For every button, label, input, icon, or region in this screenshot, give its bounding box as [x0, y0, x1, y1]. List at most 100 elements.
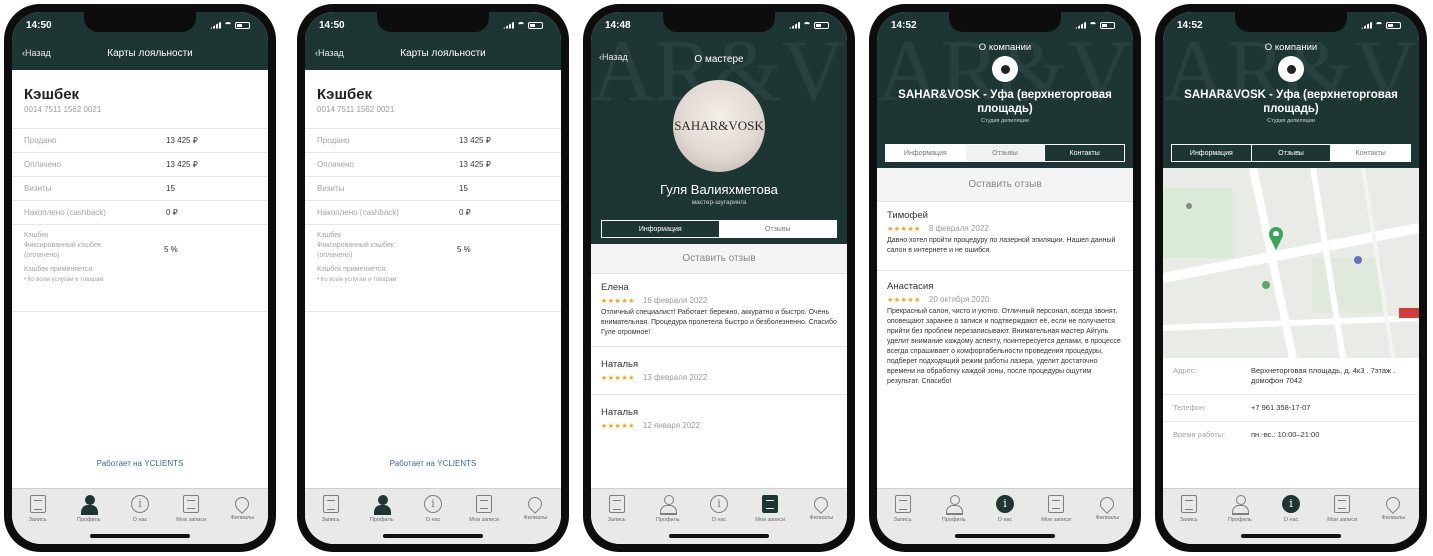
- tab-branches[interactable]: Филиалы: [1369, 494, 1417, 544]
- review-item: Анастасия ★★★★★ 20 октября 2020 Прекрасны…: [877, 271, 1133, 395]
- review-date: 13 февраля 2022: [642, 373, 708, 382]
- review-text: Прекрасный салон, чисто и уютно. Отличны…: [887, 308, 1121, 385]
- tab-reviews[interactable]: Отзывы: [1250, 145, 1331, 161]
- company-name: SAHAR&VOSK - Уфа (верхнеторговая площадь…: [1184, 89, 1398, 115]
- signal-icon: [789, 21, 800, 29]
- write-review-button[interactable]: Оставить отзыв: [877, 168, 1133, 202]
- reviews-list: Оставить отзыв Тимофей ★★★★★ 8 февраля 20…: [877, 168, 1133, 488]
- tab-info[interactable]: Информация: [886, 145, 965, 161]
- row-key: Визиты: [317, 184, 345, 193]
- home-indicator: [669, 534, 769, 538]
- contact-key: Время работы:: [1173, 430, 1226, 439]
- tab-booking[interactable]: Запись: [593, 495, 641, 544]
- rating-stars-icon: ★★★★★: [601, 423, 635, 430]
- tab-label: О нас: [1283, 517, 1299, 523]
- status-time: 14:52: [891, 19, 917, 31]
- home-indicator: [955, 534, 1055, 538]
- applies-value: • Ко всем услугам и товарам: [24, 277, 104, 283]
- contact-value[interactable]: +7 961 358-17-07: [1251, 403, 1409, 413]
- tab-label: Профиль: [76, 517, 101, 523]
- tab-contacts[interactable]: Контакты: [1044, 145, 1125, 161]
- tab-label: Запись: [893, 517, 912, 523]
- contact-hours: Время работы: пн.-вс.: 10:00–21:00: [1163, 422, 1419, 448]
- row-paid: Оплачено 13 425 ₽: [12, 152, 268, 176]
- review-text: Отличный специалист! Работает бережно, а…: [601, 309, 837, 336]
- review-date: 8 февраля 2022: [928, 224, 989, 233]
- phone-loyalty-1: 14:50 ‹Назад Карты лояльности Кэшбек 001…: [4, 4, 276, 552]
- cashback-row: Фиксированный кэшбек (оплачено) 5 %: [317, 241, 549, 261]
- nav-title: О компании: [978, 42, 1032, 53]
- profile-icon: [1231, 495, 1249, 515]
- contact-phone: Телефон: +7 961 358-17-07: [1163, 395, 1419, 422]
- card-number: 0014 7511 1562 0021: [24, 105, 102, 114]
- row-key: Накоплено (cashback): [24, 208, 106, 217]
- review-author: Анастасия: [887, 281, 934, 292]
- phone-company-reviews: AR&V 14:52 О компании SAHAR&VOSK - Уфа (…: [869, 4, 1141, 552]
- home-indicator: [1241, 534, 1341, 538]
- list-icon: [762, 495, 779, 513]
- row-value: 0 ₽: [166, 208, 178, 217]
- notch: [949, 12, 1061, 32]
- review-meta: ★★★★★ 12 января 2022: [601, 421, 837, 430]
- status-icons: [1361, 21, 1401, 29]
- master-role: мастер-шугаринга: [691, 199, 747, 206]
- cashback-row: Фиксированный кэшбек (оплачено) 5 %: [24, 241, 256, 261]
- contact-address: Адрес: Верхнеторговая площадь, д. 4к3 . 7…: [1163, 358, 1419, 395]
- row-value: 15: [459, 184, 468, 193]
- master-name: Гуля Валияхметова: [660, 182, 778, 197]
- contact-key: Адрес:: [1173, 366, 1197, 375]
- screen: AR&V 14:52 О компании SAHAR&VOSK - Уфа (…: [877, 12, 1133, 544]
- master-segmented-control: Информация Отзывы: [601, 220, 837, 238]
- write-review-button[interactable]: Оставить отзыв: [591, 244, 847, 274]
- location-pin-icon: [525, 494, 546, 514]
- tab-booking[interactable]: Запись: [14, 495, 62, 544]
- tab-contacts[interactable]: Контакты: [1330, 145, 1411, 161]
- tab-branches[interactable]: Филиалы: [1083, 494, 1131, 544]
- tab-booking[interactable]: Запись: [879, 495, 927, 544]
- battery-icon: [235, 21, 250, 29]
- tab-info[interactable]: Информация: [602, 221, 719, 237]
- company-logo-icon: [1278, 56, 1304, 82]
- row-key: Накоплено (cashback): [317, 208, 399, 217]
- screen: 14:50 ‹Назад Карты лояльности Кэшбек 001…: [305, 12, 561, 544]
- tab-booking[interactable]: Запись: [307, 495, 355, 544]
- master-avatar: SAHAR&VOSK: [673, 80, 765, 172]
- rating-stars-icon: ★★★★★: [887, 297, 921, 304]
- row-accumulated: Накоплено (cashback) 0 ₽: [305, 200, 561, 224]
- cashback-label: Кэшбек: [24, 232, 49, 239]
- company-segmented-control: Информация Отзывы Контакты: [885, 144, 1125, 162]
- cashback-label: Кэшбек: [317, 232, 342, 239]
- contacts-list: Адрес: Верхнеторговая площадь, д. 4к3 . 7…: [1163, 358, 1419, 448]
- company-subtitle: Студия депиляции: [1267, 118, 1315, 124]
- tab-label: Филиалы: [523, 515, 548, 521]
- list-icon: [476, 495, 493, 513]
- tab-booking[interactable]: Запись: [1165, 495, 1213, 544]
- review-item: Наталья ★★★★★ 13 февраля 2022: [591, 347, 847, 395]
- cashback-paid: (оплачено): [317, 252, 353, 259]
- tab-reviews[interactable]: Отзывы: [964, 145, 1045, 161]
- tab-branches[interactable]: Филиалы: [511, 494, 559, 544]
- profile-icon: [373, 495, 391, 515]
- powered-by-link[interactable]: Работает на YCLIENTS: [12, 459, 268, 468]
- tab-label: Запись: [1179, 517, 1198, 523]
- notch: [84, 12, 196, 32]
- booking-icon: [322, 495, 339, 513]
- tab-reviews[interactable]: Отзывы: [718, 221, 836, 237]
- screen: AR&V 14:52 О компании SAHAR&VOSK - Уфа (…: [1163, 12, 1419, 544]
- info-icon: [709, 495, 728, 513]
- row-key: Оплачено: [24, 160, 61, 169]
- location-map[interactable]: [1163, 168, 1419, 358]
- wifi-icon: [1089, 21, 1097, 29]
- contact-value[interactable]: Верхнеторговая площадь, д. 4к3 . 7этаж .…: [1251, 366, 1409, 386]
- profile-icon: [659, 495, 677, 515]
- review-meta: ★★★★★ 13 февраля 2022: [601, 373, 837, 382]
- powered-by-link[interactable]: Работает на YCLIENTS: [305, 459, 561, 468]
- tab-label: О нас: [425, 517, 441, 523]
- tab-info[interactable]: Информация: [1172, 145, 1251, 161]
- review-author: Наталья: [601, 407, 639, 418]
- tab-label: О нас: [132, 517, 148, 523]
- cashback-paid: (оплачено): [24, 252, 60, 259]
- battery-icon: [528, 21, 543, 29]
- tab-branches[interactable]: Филиалы: [218, 494, 266, 544]
- tab-branches[interactable]: Филиалы: [797, 494, 845, 544]
